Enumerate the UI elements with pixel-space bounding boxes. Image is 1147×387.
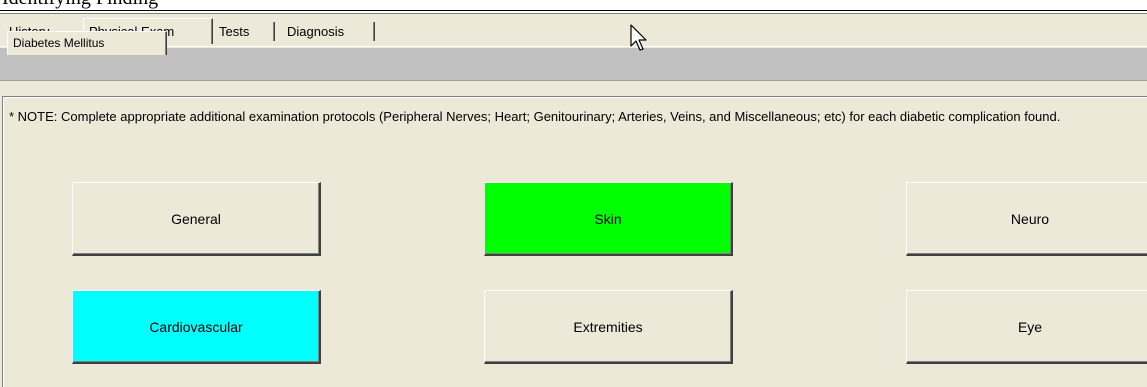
eye-button[interactable]: Eye xyxy=(906,290,1147,364)
tab-diabetes-mellitus[interactable]: Diabetes Mellitus xyxy=(7,31,167,55)
tab-diagnosis[interactable]: Diagnosis xyxy=(282,20,374,43)
neuro-button[interactable]: Neuro xyxy=(906,182,1147,256)
tab-separator xyxy=(273,22,274,41)
skin-button-label: Skin xyxy=(594,210,622,227)
mouse-pointer-icon xyxy=(630,24,647,51)
general-button[interactable]: General xyxy=(72,182,321,256)
clipped-top-text-region: Identifying Finding xyxy=(0,0,1147,9)
cardiovascular-button-label: Cardiovascular xyxy=(149,318,243,335)
tab-diagnosis-label: Diagnosis xyxy=(287,24,345,39)
neuro-button-label: Neuro xyxy=(1010,210,1050,227)
cardiovascular-button[interactable]: Cardiovascular xyxy=(72,290,321,364)
note-text: * NOTE: Complete appropriate additional … xyxy=(9,109,1061,124)
tab-tests-label: Tests xyxy=(219,24,250,39)
top-divider xyxy=(0,10,1147,11)
exam-window: History Physical Exam Tests Diagnosis Di… xyxy=(0,14,1147,387)
eye-button-label: Eye xyxy=(1017,318,1043,335)
tab-separator xyxy=(373,22,374,41)
extremities-button-label: Extremities xyxy=(573,318,643,335)
extremities-button[interactable]: Extremities xyxy=(484,290,733,364)
tab-diabetes-mellitus-label: Diabetes Mellitus xyxy=(13,36,105,50)
sub-tab-bar xyxy=(0,48,1147,80)
sub-tab-divider xyxy=(0,80,1147,81)
main-tab-strip: History Physical Exam Tests Diagnosis xyxy=(0,14,1147,47)
tab-tests[interactable]: Tests xyxy=(214,20,274,43)
skin-button[interactable]: Skin xyxy=(484,182,733,256)
clipped-top-text: Identifying Finding xyxy=(2,0,158,9)
screen: Identifying Finding History Physical Exa… xyxy=(0,0,1147,387)
general-button-label: General xyxy=(171,210,221,227)
